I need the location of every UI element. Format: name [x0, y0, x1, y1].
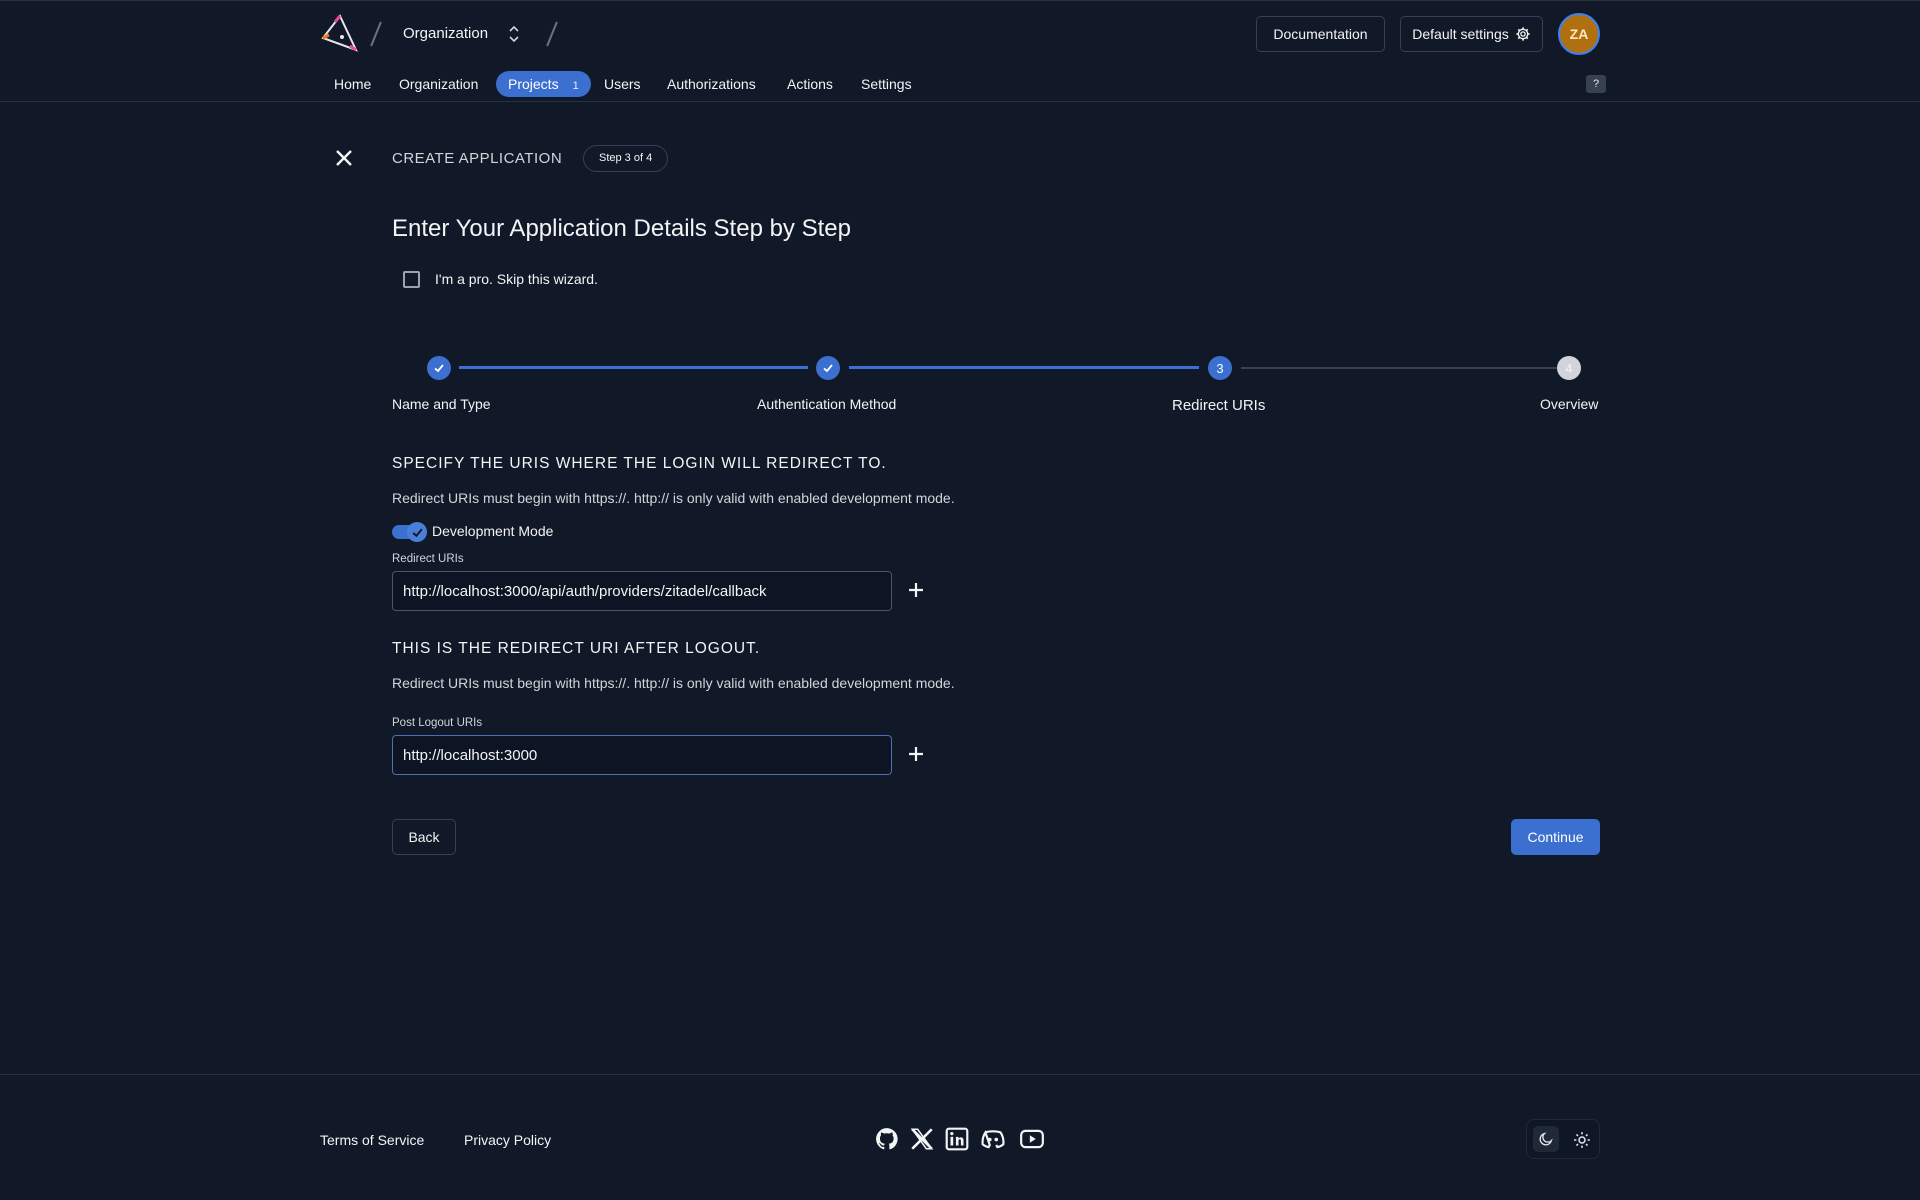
- toggle-knob: [407, 522, 427, 542]
- nav-home[interactable]: Home: [334, 71, 371, 97]
- main-nav: Home Organization Projects 1 Users Author…: [320, 71, 1606, 97]
- redirect-section-heading: SPECIFY THE URIS WHERE THE LOGIN WILL RE…: [392, 455, 887, 472]
- github-icon[interactable]: [874, 1126, 900, 1152]
- step-4-number: 4: [1557, 356, 1581, 380]
- sun-icon: [1574, 1132, 1590, 1148]
- breadcrumb-separator: [370, 21, 382, 47]
- step-2-check-icon[interactable]: [816, 356, 840, 380]
- post-logout-uris-input[interactable]: [392, 735, 892, 775]
- avatar[interactable]: ZA: [1558, 13, 1600, 55]
- top-bar: Organization Documentation Default setti…: [320, 13, 1600, 55]
- nav-users[interactable]: Users: [604, 71, 641, 97]
- logout-section-description: Redirect URIs must begin with https://. …: [392, 675, 955, 691]
- step-3-number[interactable]: 3: [1208, 356, 1232, 380]
- projects-count-badge: 1: [572, 80, 579, 92]
- footer: Terms of Service Privacy Policy: [0, 1074, 1920, 1200]
- breadcrumb-separator: [546, 21, 558, 47]
- add-post-logout-uri-plus-icon[interactable]: [904, 742, 928, 766]
- logout-section-heading: THIS IS THE REDIRECT URI AFTER LOGOUT.: [392, 640, 761, 657]
- redirect-uris-input[interactable]: [392, 571, 892, 611]
- documentation-button[interactable]: Documentation: [1256, 16, 1385, 52]
- skip-wizard-label[interactable]: I'm a pro. Skip this wizard.: [435, 271, 598, 287]
- step-4-label: Overview: [1540, 396, 1599, 412]
- wizard-stepper: 3 4 Name and Type Authentication Method …: [392, 350, 1600, 420]
- zitadel-logo-icon[interactable]: [320, 13, 360, 55]
- step-1-check-icon[interactable]: [427, 356, 451, 380]
- documentation-label: Documentation: [1273, 26, 1368, 42]
- default-settings-button[interactable]: Default settings: [1400, 16, 1543, 52]
- linkedin-icon[interactable]: [944, 1126, 970, 1152]
- discord-icon[interactable]: [980, 1126, 1006, 1152]
- moon-icon: [1539, 1132, 1553, 1146]
- skip-wizard-checkbox[interactable]: [403, 271, 420, 288]
- nav-authorizations[interactable]: Authorizations: [667, 71, 756, 97]
- nav-projects[interactable]: Projects 1: [496, 71, 591, 97]
- step-2-label: Authentication Method: [757, 396, 897, 412]
- back-button[interactable]: Back: [392, 819, 456, 855]
- stepper-connector: [459, 366, 808, 369]
- post-logout-uris-label: Post Logout URIs: [392, 717, 483, 729]
- step-indicator-badge: Step 3 of 4: [583, 145, 669, 172]
- wizard-title: CREATE APPLICATION: [392, 150, 563, 167]
- gear-icon: [1516, 27, 1530, 41]
- theme-switcher: [1526, 1119, 1600, 1159]
- nav-actions[interactable]: Actions: [787, 71, 833, 97]
- redirect-section-description: Redirect URIs must begin with https://. …: [392, 490, 955, 506]
- redirect-uris-label: Redirect URIs: [392, 553, 464, 565]
- add-redirect-uri-plus-icon[interactable]: [904, 578, 928, 602]
- terms-of-service-link[interactable]: Terms of Service: [320, 1132, 424, 1148]
- x-icon[interactable]: [909, 1126, 935, 1152]
- nav-settings[interactable]: Settings: [861, 71, 912, 97]
- development-mode-label[interactable]: Development Mode: [432, 523, 553, 539]
- continue-button[interactable]: Continue: [1511, 819, 1600, 855]
- default-settings-label: Default settings: [1412, 26, 1509, 42]
- help-button[interactable]: ?: [1586, 75, 1606, 93]
- youtube-icon[interactable]: [1019, 1126, 1045, 1152]
- stepper-connector: [849, 366, 1199, 369]
- nav-organization[interactable]: Organization: [399, 71, 478, 97]
- step-1-label: Name and Type: [392, 396, 491, 412]
- app-header: Organization Documentation Default setti…: [0, 0, 1920, 102]
- light-theme-button[interactable]: [1571, 1129, 1593, 1151]
- chevron-updown-icon[interactable]: [506, 23, 522, 45]
- nav-projects-label: Projects: [508, 76, 559, 92]
- dark-theme-button[interactable]: [1533, 1126, 1559, 1152]
- step-3-label: Redirect URIs: [1172, 397, 1266, 414]
- page-title: Enter Your Application Details Step by S…: [392, 215, 851, 242]
- close-icon[interactable]: [334, 148, 354, 168]
- development-mode-toggle[interactable]: [392, 522, 428, 542]
- stepper-connector: [1241, 367, 1565, 369]
- org-name[interactable]: Organization: [403, 25, 488, 42]
- privacy-policy-link[interactable]: Privacy Policy: [464, 1132, 551, 1148]
